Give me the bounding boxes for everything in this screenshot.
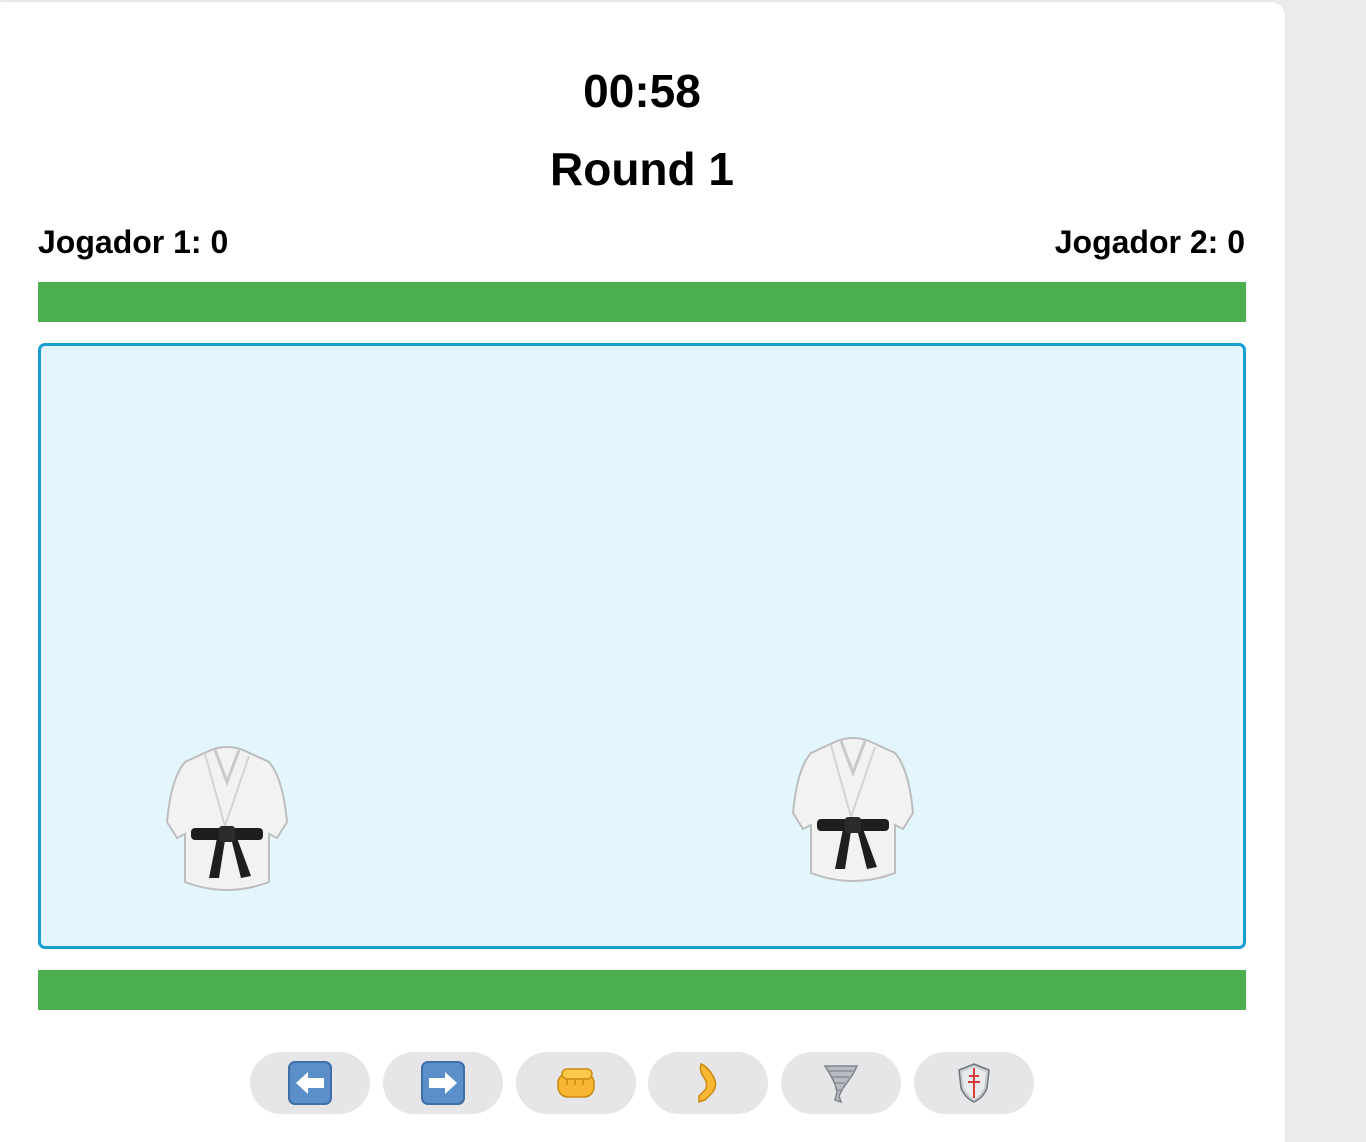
martial-arts-uniform-icon <box>165 746 289 891</box>
player-2-fighter <box>791 733 915 889</box>
right-arrow-icon <box>421 1061 465 1105</box>
player-2-score: Jogador 2: 0 <box>1054 224 1245 260</box>
player-2-health-fill <box>38 970 1246 1010</box>
controls-bar <box>250 1052 1050 1114</box>
timer: 00:58 <box>583 65 701 117</box>
defend-button[interactable] <box>914 1052 1034 1114</box>
player-2-health-bar <box>38 970 1246 1010</box>
move-left-button[interactable] <box>250 1052 370 1114</box>
player-1-health-fill <box>38 282 1246 322</box>
martial-arts-uniform-icon <box>791 737 915 882</box>
special-attack-button[interactable] <box>781 1052 901 1114</box>
move-right-button[interactable] <box>383 1052 503 1114</box>
punch-button[interactable] <box>516 1052 636 1114</box>
arena <box>38 343 1246 949</box>
player-1-score: Jogador 1: 0 <box>38 224 229 260</box>
round-label: Round 1 <box>550 143 734 195</box>
punch-fist-icon <box>557 1068 595 1098</box>
player-1-health-bar <box>38 282 1246 322</box>
kick-button[interactable] <box>648 1052 768 1114</box>
shield-defend-icon <box>958 1063 990 1103</box>
left-arrow-icon <box>288 1061 332 1105</box>
player-1-fighter <box>165 742 289 898</box>
kick-leg-icon <box>698 1063 717 1104</box>
tornado-special-icon <box>823 1065 859 1104</box>
game-card: 00:58 Round 1 Jogador 1: 0 Jogador 2: 0 <box>0 2 1285 1142</box>
